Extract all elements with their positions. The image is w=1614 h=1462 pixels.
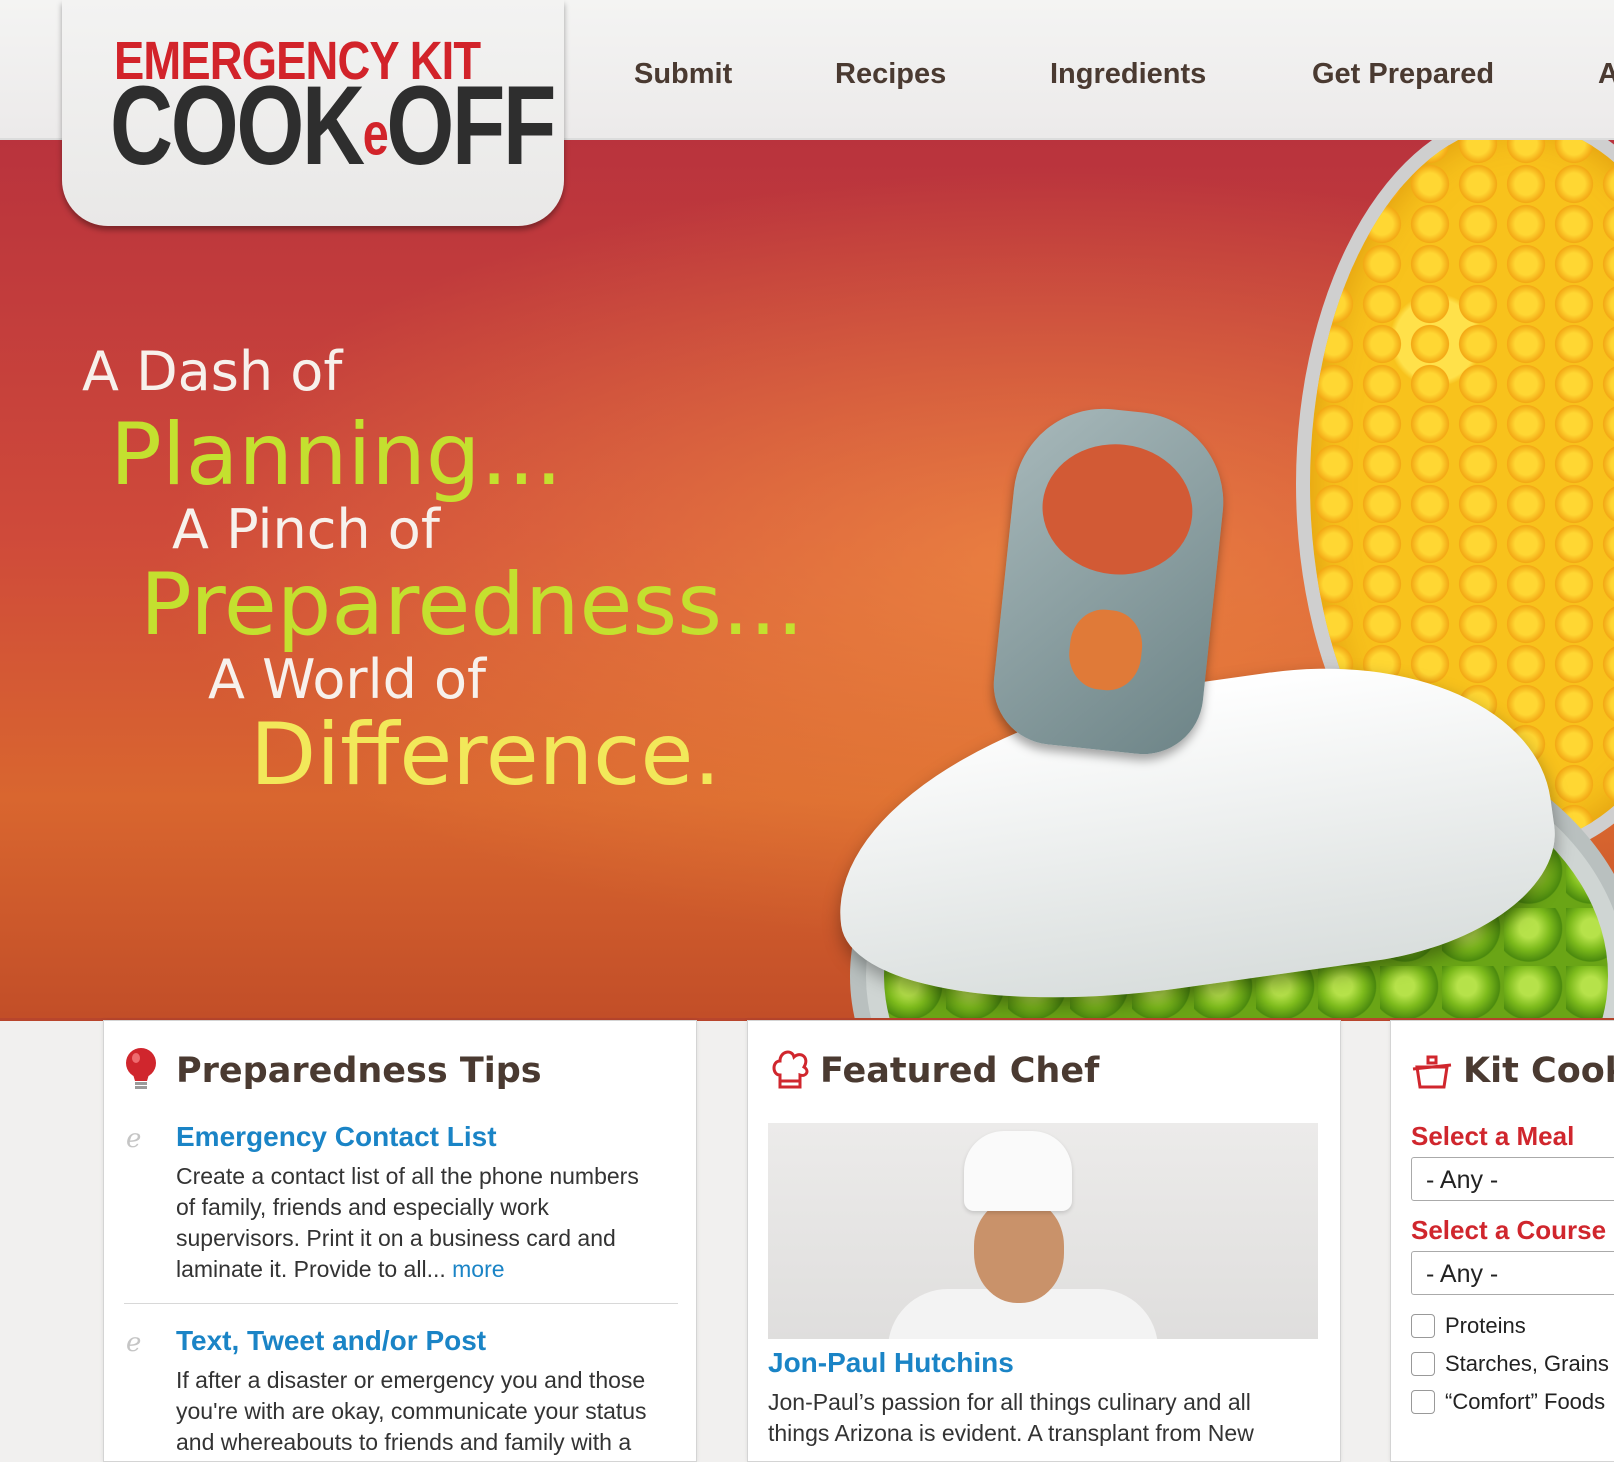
nav-about[interactable]: A bbox=[1598, 58, 1614, 91]
tip-body-1: Create a contact list of all the phone n… bbox=[176, 1161, 686, 1285]
tip-body-line: of family, friends and especially work bbox=[176, 1194, 549, 1220]
tip-body-2: If after a disaster or emergency you and… bbox=[176, 1365, 686, 1458]
lightbulb-icon bbox=[124, 1047, 158, 1093]
checkbox-label: Starches, Grains bbox=[1445, 1351, 1609, 1376]
tip-body-line: laminate it. Provide to all... more bbox=[176, 1254, 686, 1285]
tip-body-line: and whereabouts to friends and family wi… bbox=[176, 1429, 632, 1455]
hero-line-5: A World of bbox=[208, 648, 487, 711]
logo-off: OFF bbox=[386, 63, 556, 188]
kit-cook-panel: Kit Cook Select a Meal - Any - Select a … bbox=[1390, 1020, 1614, 1462]
divider bbox=[124, 1303, 678, 1304]
checkbox-label: Proteins bbox=[1445, 1313, 1526, 1338]
featured-chef-panel: Featured Chef Jon-Paul Hutchins Jon-Paul… bbox=[747, 1020, 1341, 1462]
logo-cook: COOK bbox=[110, 63, 365, 188]
hero-banner: A Dash of Planning... A Pinch of Prepare… bbox=[0, 140, 1614, 1021]
hero-line-6: Difference. bbox=[250, 705, 721, 805]
checkbox-proteins[interactable] bbox=[1411, 1314, 1435, 1338]
checkbox-label: “Comfort” Foods bbox=[1445, 1389, 1606, 1414]
tip-body-last: laminate it. Provide to all... bbox=[176, 1256, 446, 1282]
logo-e-mark: e bbox=[362, 100, 389, 168]
nav-get-prepared[interactable]: Get Prepared bbox=[1312, 58, 1494, 91]
hero-line-1: A Dash of bbox=[82, 340, 343, 403]
checkbox-starches[interactable] bbox=[1411, 1352, 1435, 1376]
chef-bio-line: Jon-Paul’s passion for all things culina… bbox=[768, 1389, 1251, 1415]
nav-recipes[interactable]: Recipes bbox=[835, 58, 946, 91]
tip-link-emergency-contact-list[interactable]: Emergency Contact List bbox=[176, 1121, 497, 1153]
hero-line-4: Preparedness... bbox=[140, 555, 805, 655]
logo[interactable]: EMERGENCY KIT COOKeOFF bbox=[62, 0, 564, 226]
more-link[interactable]: more bbox=[452, 1256, 504, 1282]
checkbox-proteins-row[interactable]: Proteins bbox=[1411, 1313, 1526, 1341]
select-meal-label: Select a Meal bbox=[1411, 1121, 1575, 1151]
checkbox-comfort-foods[interactable] bbox=[1411, 1390, 1435, 1414]
kit-cook-title: Kit Cook bbox=[1463, 1051, 1614, 1091]
featured-chef-title: Featured Chef bbox=[820, 1051, 1100, 1091]
meal-select[interactable]: - Any - bbox=[1411, 1157, 1614, 1201]
course-select[interactable]: - Any - bbox=[1411, 1251, 1614, 1295]
select-course-label: Select a Course bbox=[1411, 1215, 1607, 1245]
bullet-e-icon: ℯ bbox=[126, 1327, 142, 1357]
tip-body-line: If after a disaster or emergency you and… bbox=[176, 1367, 646, 1393]
tip-body-line: supervisors. Print it on a business card… bbox=[176, 1225, 616, 1251]
hero-line-3: A Pinch of bbox=[172, 498, 440, 561]
pot-icon bbox=[1411, 1051, 1453, 1091]
preparedness-tips-panel: Preparedness Tips ℯ Emergency Contact Li… bbox=[103, 1020, 697, 1462]
tip-body-line: you're with are okay, communicate your s… bbox=[176, 1398, 647, 1424]
bullet-e-icon: ℯ bbox=[126, 1123, 142, 1153]
chef-name-link[interactable]: Jon-Paul Hutchins bbox=[768, 1347, 1014, 1379]
nav-submit[interactable]: Submit bbox=[634, 58, 732, 91]
checkbox-comfort-row[interactable]: “Comfort” Foods bbox=[1411, 1389, 1605, 1417]
tip-body-line: Create a contact list of all the phone n… bbox=[176, 1163, 639, 1189]
logo-cook-off-text: COOKeOFF bbox=[110, 70, 556, 182]
pull-tab-image bbox=[987, 399, 1233, 761]
chef-bio-line: things Arizona is evident. A transplant … bbox=[768, 1420, 1254, 1446]
nav-ingredients[interactable]: Ingredients bbox=[1050, 58, 1206, 91]
chef-hat-icon bbox=[770, 1047, 810, 1093]
tip-link-text-tweet-post[interactable]: Text, Tweet and/or Post bbox=[176, 1325, 486, 1357]
chef-photo bbox=[768, 1123, 1318, 1339]
checkbox-starches-row[interactable]: Starches, Grains bbox=[1411, 1351, 1609, 1379]
hero-line-2: Planning... bbox=[110, 405, 563, 505]
tips-title: Preparedness Tips bbox=[176, 1051, 542, 1091]
